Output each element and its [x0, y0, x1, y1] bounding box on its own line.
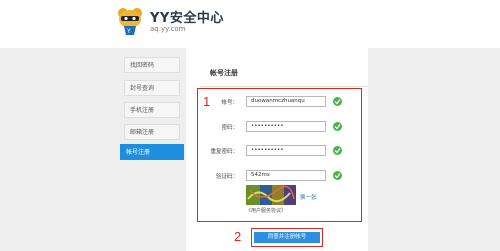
agree-register-button[interactable]: 同意并注册帐号 — [254, 232, 320, 243]
sidebar-item-phone-register[interactable]: 手机注册 — [124, 102, 180, 118]
check-icon — [333, 122, 342, 131]
sidebar-item-recover-password[interactable]: 找回密码 — [124, 57, 180, 73]
page-title: 帐号注册 — [210, 69, 238, 77]
confirm-password-field[interactable]: •••••••••• — [246, 145, 326, 156]
sidebar-item-account-register[interactable]: 帐号注册 — [120, 144, 184, 160]
password-field[interactable]: •••••••••• — [246, 121, 326, 132]
account-field[interactable]: duowanmczhuanqu — [246, 96, 326, 107]
site-title: YY安全中心 — [150, 11, 224, 26]
password-label: 密码： — [221, 125, 238, 131]
account-label: 帐号： — [221, 100, 238, 106]
sidebar-item-ban-query[interactable]: 封号查询 — [124, 80, 180, 96]
captcha-image[interactable] — [246, 185, 296, 205]
check-icon — [333, 146, 342, 155]
site-url: aq.yy.com — [150, 25, 186, 33]
check-icon — [333, 97, 342, 106]
captcha-refresh-link[interactable]: 换一张 — [300, 193, 317, 201]
annotation-marker-2: 2 — [234, 229, 242, 244]
svg-text:Y: Y — [126, 28, 131, 35]
captcha-field[interactable]: 542ms — [246, 170, 326, 181]
captcha-label: 验证码： — [215, 174, 238, 180]
agreement-link[interactable]: 《用户服务协议》 — [246, 207, 286, 214]
top-header: Y YY安全中心 aq.yy.com — [0, 0, 500, 48]
yy-bear-logo-icon[interactable]: Y — [116, 6, 144, 36]
confirm-password-label: 重复密码： — [210, 149, 238, 155]
title-divider — [200, 86, 368, 87]
check-icon — [333, 171, 342, 180]
sidebar-item-email-register[interactable]: 邮箱注册 — [124, 124, 180, 140]
